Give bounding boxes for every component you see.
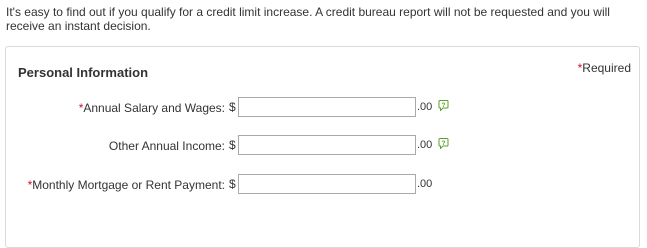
other-income-input[interactable] — [238, 135, 416, 155]
monthly-payment-input[interactable] — [238, 174, 416, 194]
required-note: *Required — [578, 61, 631, 75]
currency-symbol: $ — [229, 138, 236, 152]
annual-salary-row: *Annual Salary and Wages: $ .00 ? — [6, 97, 639, 119]
other-income-label: Other Annual Income: — [108, 139, 225, 153]
chat-help-icon[interactable]: ? — [438, 138, 449, 149]
cents-suffix: .00 — [417, 101, 433, 113]
other-income-row: Other Annual Income: $ .00 ? — [6, 135, 639, 157]
cents-suffix: .00 — [417, 139, 433, 151]
personal-information-panel: Personal Information *Required *Annual S… — [5, 46, 640, 248]
chat-help-icon[interactable]: ? — [438, 100, 449, 111]
required-label: Required — [582, 61, 631, 75]
annual-salary-input[interactable] — [238, 97, 416, 117]
svg-text:?: ? — [442, 140, 446, 147]
cents-suffix: .00 — [417, 178, 433, 190]
annual-salary-label: *Annual Salary and Wages: — [78, 101, 225, 115]
monthly-payment-label: *Monthly Mortgage or Rent Payment: — [27, 178, 225, 192]
monthly-payment-row: *Monthly Mortgage or Rent Payment: $ .00 — [6, 174, 639, 196]
currency-symbol: $ — [229, 177, 236, 191]
panel-title: Personal Information — [18, 65, 149, 80]
currency-symbol: $ — [229, 100, 236, 114]
intro-text: It's easy to find out if you qualify for… — [6, 5, 610, 33]
svg-text:?: ? — [442, 102, 446, 109]
